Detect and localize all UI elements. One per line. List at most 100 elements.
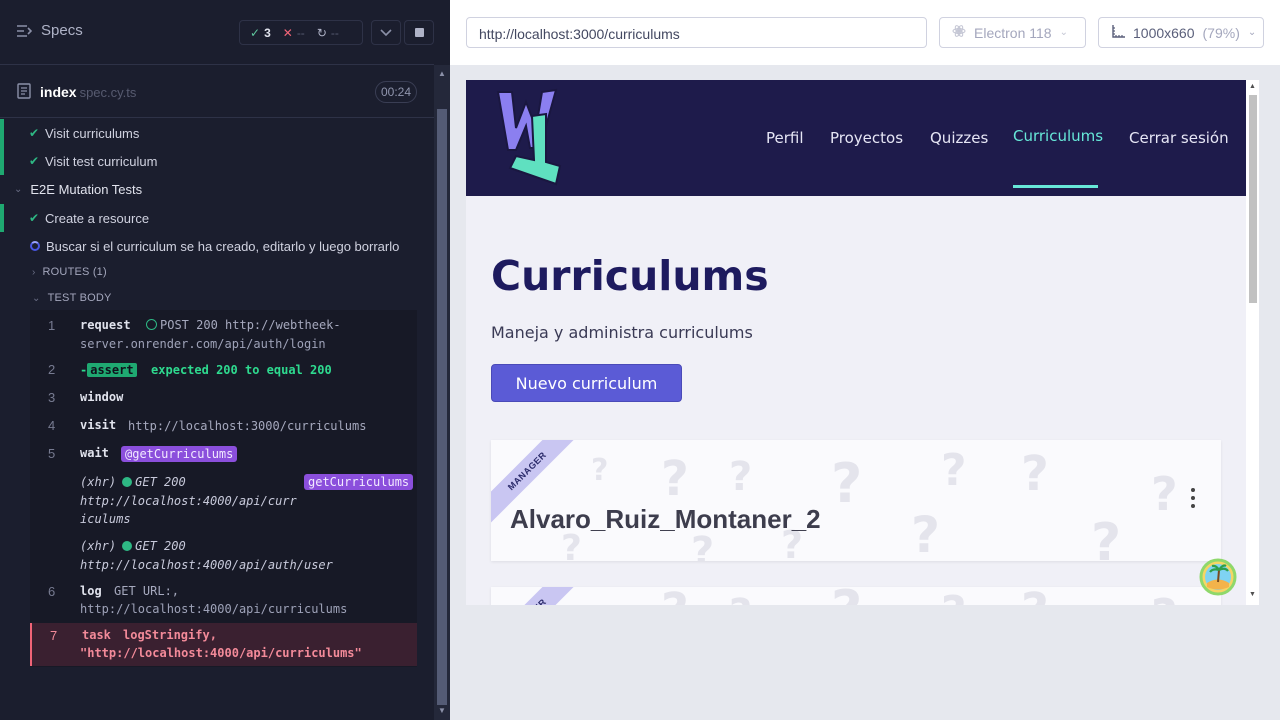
viewport-selector[interactable]: 1000x660 (79%) ⌄ — [1098, 17, 1264, 48]
failed-icon: ✕ — [282, 25, 293, 40]
command-window[interactable]: 3 window — [30, 389, 417, 411]
site-navbar: Perfil Proyectos Quizzes Curriculums Cer… — [466, 80, 1246, 196]
scroll-down-icon[interactable]: ▼ — [438, 706, 446, 715]
svg-text:?: ? — [661, 451, 689, 507]
scroll-up-icon[interactable]: ▲ — [438, 69, 446, 78]
command-log-scrollbar[interactable]: ▲ ▼ — [434, 65, 450, 720]
command-task[interactable]: 7 task logStringify, "http://localhost:4… — [30, 623, 417, 666]
menu-icon — [16, 24, 32, 38]
specs-toggle[interactable]: Specs — [16, 22, 83, 39]
request-url-cont: server.onrender.com/api/auth/login — [80, 337, 326, 351]
curriculum-card[interactable]: ?? ?? ?? ?? ?? ?? MANAGER Alvaro_Ruiz_Mo… — [491, 440, 1221, 561]
curriculum-card[interactable]: ?? ?? ?? MANAGER — [491, 587, 1221, 605]
question-pattern-icon: ?? ?? ?? ?? ?? ?? — [561, 445, 1178, 561]
active-nav-indicator — [1013, 185, 1098, 188]
nav-link-quizzes[interactable]: Quizzes — [930, 129, 988, 147]
command-assert[interactable]: 2 - assert expected 200 to equal 200 — [30, 361, 417, 383]
svg-text:?: ? — [911, 506, 940, 561]
command-number: 4 — [48, 418, 56, 433]
visit-url: http://localhost:3000/curriculums — [128, 419, 367, 433]
command-wait[interactable]: 5 wait @getCurriculums — [30, 445, 417, 467]
routes-label: ROUTES (1) — [42, 266, 107, 278]
scroll-down-icon[interactable]: ▼ — [1249, 591, 1256, 598]
status-dot-icon — [122, 477, 133, 487]
xhr-url: http://localhost:4000/api/auth/user — [80, 558, 333, 572]
spec-file-name[interactable]: index spec.cy.ts — [40, 84, 136, 100]
test-item[interactable]: ✔ Visit curriculums — [0, 119, 434, 147]
pending-icon: ↻ — [316, 25, 327, 40]
test-stats: ✓ 3 ✕ -- ↻ -- — [239, 20, 363, 45]
nav-link-logout[interactable]: Cerrar sesión — [1129, 129, 1229, 147]
running-spinner-icon — [30, 241, 40, 251]
chevron-down-icon: ⌄ — [14, 183, 23, 195]
command-number: 3 — [48, 390, 56, 405]
command-visit[interactable]: 4 visit http://localhost:3000/curriculum… — [30, 417, 417, 439]
page-subtitle: Maneja y administra curriculums — [491, 323, 753, 342]
svg-text:?: ? — [661, 587, 689, 605]
ruler-icon — [1111, 24, 1125, 41]
chevron-right-icon: › — [32, 266, 36, 278]
question-pattern-icon: ?? ?? ?? — [661, 587, 1178, 605]
xhr-line: (xhr) GET 200 — [80, 537, 186, 556]
command-name: request — [80, 318, 131, 332]
test-item[interactable]: ✔ Visit test curriculum — [0, 147, 434, 175]
command-request[interactable]: 1 request POST 200 http://webtheek- serv… — [30, 316, 417, 356]
browser-selector[interactable]: Electron 118 ⌄ — [939, 17, 1086, 48]
routes-section[interactable]: › ROUTES (1) — [0, 261, 434, 283]
circle-icon — [146, 319, 157, 330]
site-logo[interactable] — [494, 88, 566, 193]
passed-icon: ✓ — [250, 25, 261, 40]
scrollbar-thumb[interactable] — [1249, 95, 1257, 303]
passed-count: 3 — [264, 25, 271, 40]
more-options-icon[interactable] — [1191, 488, 1195, 508]
command-xhr[interactable]: (xhr) GET 200 http://localhost:4000/api/a… — [30, 537, 417, 577]
specs-title: Specs — [41, 22, 83, 39]
spec-ext: spec.cy.ts — [79, 85, 137, 100]
test-item[interactable]: ✔ Create a resource — [0, 204, 434, 232]
nav-link-proyectos[interactable]: Proyectos — [830, 129, 903, 147]
alias-badge: getCurriculums — [304, 474, 414, 490]
page-title: Curriculums — [491, 252, 769, 300]
svg-text:?: ? — [1091, 513, 1121, 561]
suite-item[interactable]: ⌄ E2E Mutation Tests — [0, 175, 434, 203]
svg-text:?: ? — [1021, 446, 1049, 502]
chevron-down-icon: ⌄ — [32, 292, 41, 304]
scrollbar-thumb[interactable] — [437, 109, 447, 705]
url-field[interactable]: http://localhost:3000/curriculums — [466, 17, 927, 48]
document-icon — [17, 83, 31, 104]
viewport-scale: (79%) — [1202, 24, 1240, 41]
pending-count: -- — [330, 25, 339, 40]
xhr-line: (xhr) GET 200 — [80, 473, 186, 492]
aut-header: http://localhost:3000/curriculums Electr… — [450, 0, 1280, 65]
stop-icon — [414, 28, 424, 37]
stop-button[interactable] — [404, 20, 434, 45]
nav-link-curriculums[interactable]: Curriculums — [1013, 127, 1103, 145]
svg-text:?: ? — [941, 587, 967, 605]
chevron-down-icon: ⌄ — [1247, 27, 1257, 38]
xhr-method: GET 200 — [135, 539, 186, 553]
test-item-running[interactable]: Buscar si el curriculum se ha creado, ed… — [0, 232, 434, 260]
aut-scrollbar[interactable]: ▲ ▼ — [1246, 80, 1259, 605]
test-body-section[interactable]: ⌄ TEST BODY — [0, 287, 434, 309]
command-number: 5 — [48, 446, 56, 461]
log-message-cont: http://localhost:4000/api/curriculums — [80, 602, 348, 616]
curriculum-name[interactable]: Alvaro_Ruiz_Montaner_2 — [510, 504, 821, 535]
scroll-up-icon[interactable]: ▲ — [1249, 83, 1256, 90]
command-log[interactable]: 6 log GET URL:, http://localhost:4000/ap… — [30, 582, 417, 622]
chevron-down-icon: ⌄ — [1059, 27, 1068, 38]
command-xhr[interactable]: (xhr) GET 200 http://localhost:4000/api/c… — [30, 473, 417, 529]
test-title: Create a resource — [45, 210, 150, 226]
log-message: GET URL:, — [114, 584, 180, 598]
xhr-method: GET 200 — [135, 475, 186, 489]
command-name: wait — [80, 446, 109, 460]
command-list: 1 request POST 200 http://webtheek- serv… — [30, 310, 417, 667]
spec-name: index — [40, 84, 77, 100]
command-name: window — [80, 390, 124, 404]
expand-collapse-button[interactable] — [371, 20, 401, 45]
new-curriculum-button[interactable]: Nuevo curriculum — [491, 364, 682, 402]
nav-link-perfil[interactable]: Perfil — [766, 129, 804, 147]
floating-widget-icon[interactable] — [1199, 558, 1237, 596]
svg-text:?: ? — [729, 591, 752, 605]
command-name: log — [80, 584, 102, 598]
alias-badge: @getCurriculums — [121, 446, 238, 462]
